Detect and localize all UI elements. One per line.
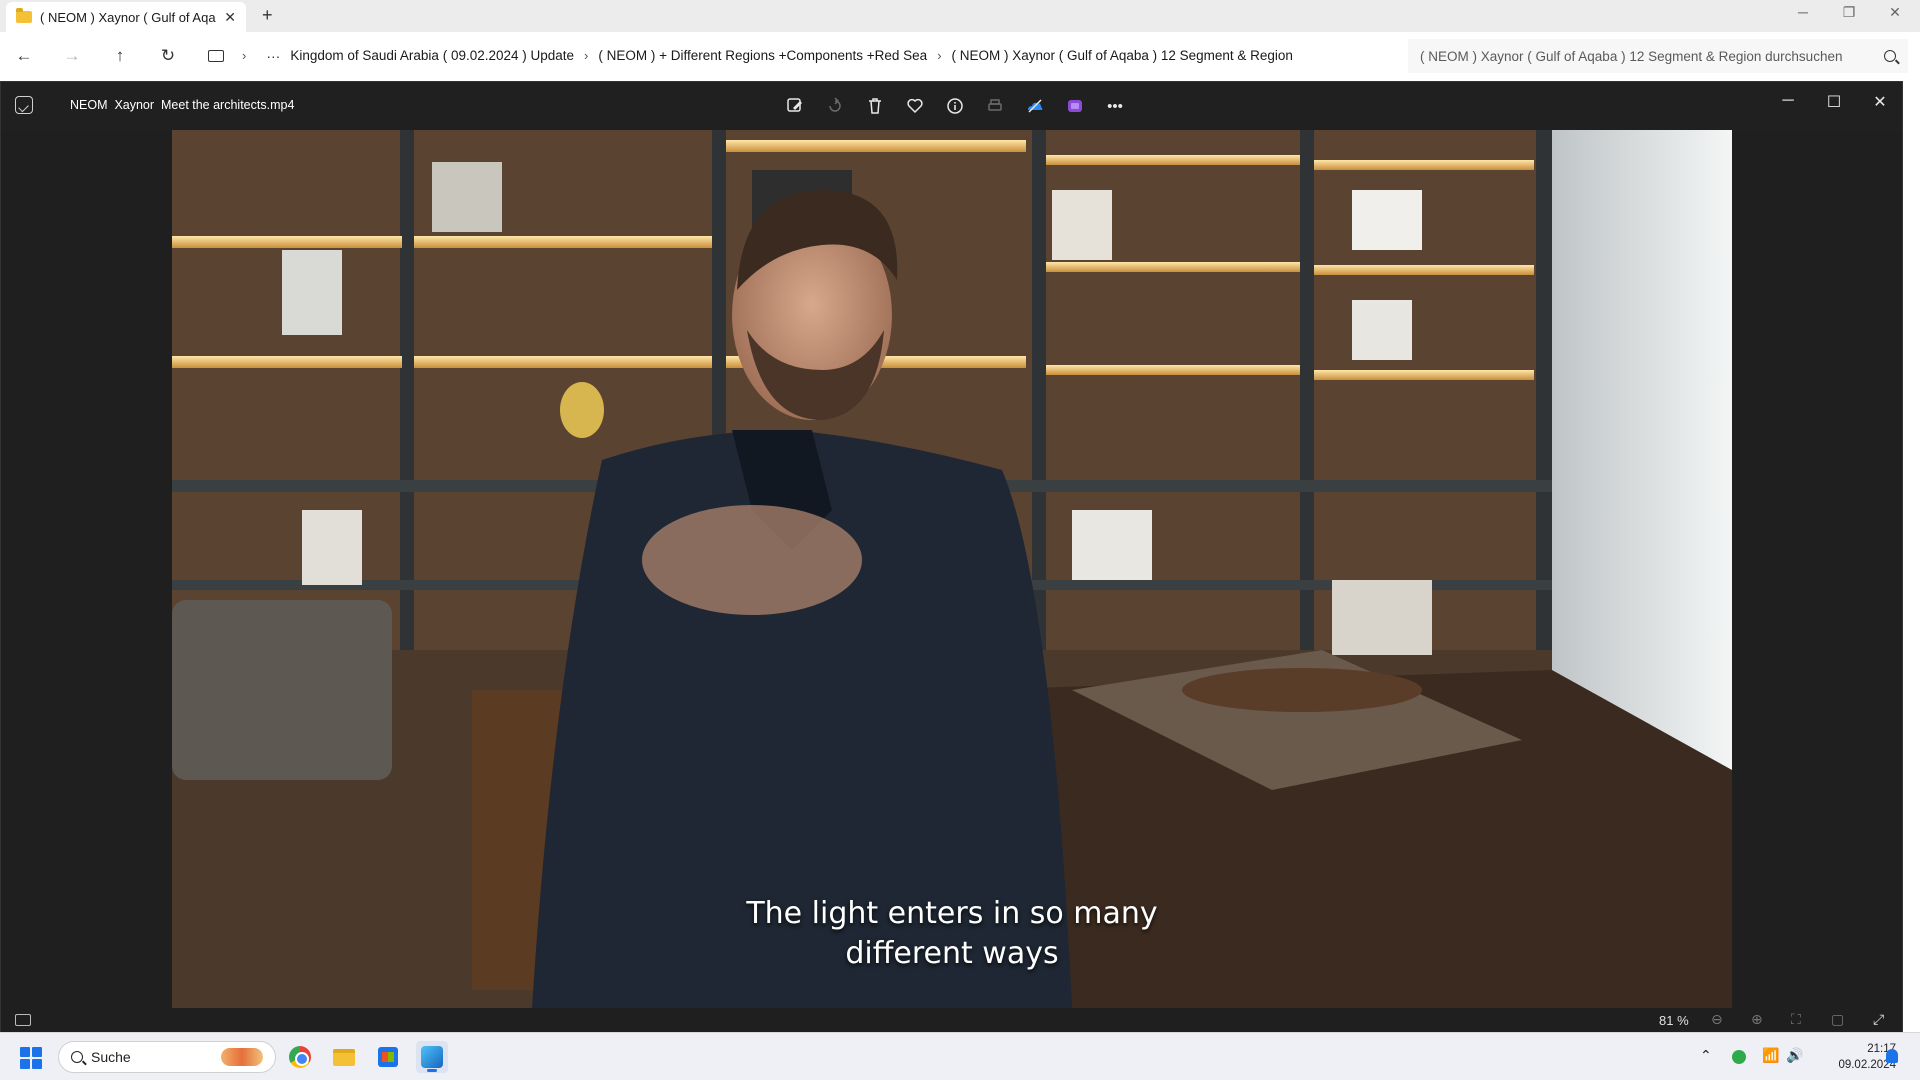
actual-size-icon[interactable]: ▢ bbox=[1831, 1011, 1844, 1028]
photos-icon bbox=[421, 1046, 443, 1068]
search-icon bbox=[71, 1051, 83, 1063]
chrome-icon bbox=[289, 1046, 311, 1068]
breadcrumb-item-saudi-arabia[interactable]: Kingdom of Saudi Arabia ( 09.02.2024 ) U… bbox=[290, 48, 574, 63]
subtitle-line-1: The light enters in so many bbox=[746, 896, 1158, 931]
address-bar: ← → ↑ ↻ › ··· Kingdom of Saudi Arabia ( … bbox=[0, 32, 1920, 79]
zoom-out-icon[interactable]: ⊖ bbox=[1711, 1011, 1723, 1028]
explorer-tab[interactable]: ( NEOM ) Xaynor ( Gulf of Aqa ✕ bbox=[6, 2, 246, 32]
video-scene bbox=[172, 130, 1732, 1008]
refresh-icon[interactable]: ↻ bbox=[144, 46, 192, 66]
chrome-taskbar-button[interactable] bbox=[284, 1041, 316, 1073]
breadcrumb-item-neom-regions[interactable]: ( NEOM ) + Different Regions +Components… bbox=[598, 48, 927, 63]
more-breadcrumbs-icon[interactable]: ··· bbox=[266, 48, 280, 64]
filmstrip-icon[interactable] bbox=[15, 1014, 31, 1026]
favorite-icon[interactable] bbox=[901, 92, 929, 120]
wifi-icon[interactable]: 📶 bbox=[1762, 1047, 1779, 1064]
taskbar-search-label: Suche bbox=[91, 1049, 131, 1065]
more-icon[interactable]: ••• bbox=[1101, 92, 1129, 120]
file-explorer-icon bbox=[333, 1048, 355, 1066]
chevron-right-icon[interactable]: › bbox=[937, 48, 941, 63]
windows-logo-tile bbox=[20, 1047, 30, 1057]
clock-date: 09.02.2024 bbox=[1838, 1059, 1896, 1071]
windows-logo-tile bbox=[32, 1059, 42, 1069]
search-input[interactable] bbox=[1420, 48, 1884, 64]
print-icon[interactable] bbox=[981, 92, 1009, 120]
breadcrumb: › ··· Kingdom of Saudi Arabia ( 09.02.20… bbox=[200, 32, 1400, 79]
photos-app-icon bbox=[15, 96, 33, 114]
forward-arrow-icon[interactable]: → bbox=[48, 46, 96, 66]
explorer-tab-bar: ( NEOM ) Xaynor ( Gulf of Aqa ✕ + ─ ❐ ✕ bbox=[0, 0, 1920, 32]
start-button[interactable] bbox=[20, 1047, 42, 1069]
viewer-minimize-icon[interactable]: ─ bbox=[1768, 92, 1808, 110]
file-name: NEOM Xaynor Meet the architects.mp4 bbox=[70, 98, 295, 112]
viewer-title-bar: NEOM Xaynor Meet the architects.mp4 ••• … bbox=[1, 82, 1902, 131]
photos-taskbar-button[interactable] bbox=[416, 1041, 448, 1073]
viewer-status-bar: 81 % ⊖ ⊕ ⛶ ▢ ⤢ bbox=[1, 1008, 1902, 1032]
back-arrow-icon[interactable]: ← bbox=[0, 46, 48, 66]
file-explorer-taskbar-button[interactable] bbox=[328, 1041, 360, 1073]
subtitle-line-2: different ways bbox=[845, 936, 1059, 971]
viewer-maximize-icon[interactable]: ☐ bbox=[1814, 92, 1854, 112]
chevron-up-icon[interactable]: ⌃ bbox=[1700, 1047, 1712, 1064]
taskbar-search[interactable]: Suche bbox=[58, 1041, 276, 1073]
sofa bbox=[172, 600, 392, 780]
delete-icon[interactable] bbox=[861, 92, 889, 120]
fit-to-window-icon[interactable]: ⛶ bbox=[1791, 1011, 1801, 1028]
windows-logo-tile bbox=[20, 1059, 30, 1069]
search-highlight-icon[interactable] bbox=[221, 1048, 263, 1066]
breadcrumb-item-xaynor[interactable]: ( NEOM ) Xaynor ( Gulf of Aqaba ) 12 Seg… bbox=[952, 48, 1293, 63]
video-subtitle: The light enters in so many different wa… bbox=[172, 894, 1732, 974]
minimize-icon[interactable]: ─ bbox=[1788, 4, 1818, 20]
clipchamp-icon[interactable] bbox=[1061, 92, 1089, 120]
close-tab-icon[interactable]: ✕ bbox=[224, 9, 236, 26]
viewer-toolbar: ••• bbox=[781, 92, 1129, 120]
up-arrow-icon[interactable]: ↑ bbox=[96, 46, 144, 66]
volume-icon[interactable]: 🔊 bbox=[1786, 1047, 1803, 1064]
defender-shield bbox=[1732, 1050, 1746, 1064]
notification-bell-icon[interactable] bbox=[1886, 1049, 1898, 1063]
zoom-in-icon[interactable]: ⊕ bbox=[1751, 1011, 1763, 1028]
store-taskbar-button[interactable] bbox=[372, 1041, 404, 1073]
taskbar: Suche ⌃ 📶 🔊 21:17 09.02.2024 bbox=[0, 1032, 1920, 1080]
windows-logo-tile bbox=[32, 1047, 42, 1057]
fullscreen-icon[interactable]: ⤢ bbox=[1873, 1011, 1884, 1028]
viewer-close-icon[interactable]: ✕ bbox=[1860, 92, 1900, 112]
close-window-icon[interactable]: ✕ bbox=[1880, 4, 1910, 21]
photos-viewer-window: NEOM Xaynor Meet the architects.mp4 ••• … bbox=[0, 81, 1903, 1032]
search-icon[interactable] bbox=[1884, 50, 1896, 62]
onedrive-icon[interactable] bbox=[1021, 92, 1049, 120]
new-tab-button[interactable]: + bbox=[262, 5, 273, 26]
info-icon[interactable] bbox=[941, 92, 969, 120]
chevron-right-icon[interactable]: › bbox=[584, 48, 588, 63]
tab-title: ( NEOM ) Xaynor ( Gulf of Aqa bbox=[40, 9, 216, 25]
chevron-right-icon[interactable]: › bbox=[242, 48, 246, 63]
video-frame[interactable]: The light enters in so many different wa… bbox=[172, 130, 1732, 1008]
microsoft-store-icon bbox=[378, 1047, 398, 1067]
computer-icon[interactable] bbox=[208, 49, 224, 62]
rotate-icon[interactable] bbox=[821, 92, 849, 120]
clock-time: 21:17 bbox=[1867, 1043, 1896, 1055]
folder-icon bbox=[16, 8, 32, 23]
edit-icon[interactable] bbox=[781, 92, 809, 120]
zoom-level: 81 % bbox=[1659, 1013, 1689, 1028]
defender-icon[interactable] bbox=[1732, 1050, 1746, 1064]
restore-icon[interactable]: ❐ bbox=[1834, 4, 1864, 21]
explorer-search-box[interactable] bbox=[1408, 39, 1908, 73]
clock[interactable]: 21:17 09.02.2024 bbox=[1808, 1041, 1896, 1073]
